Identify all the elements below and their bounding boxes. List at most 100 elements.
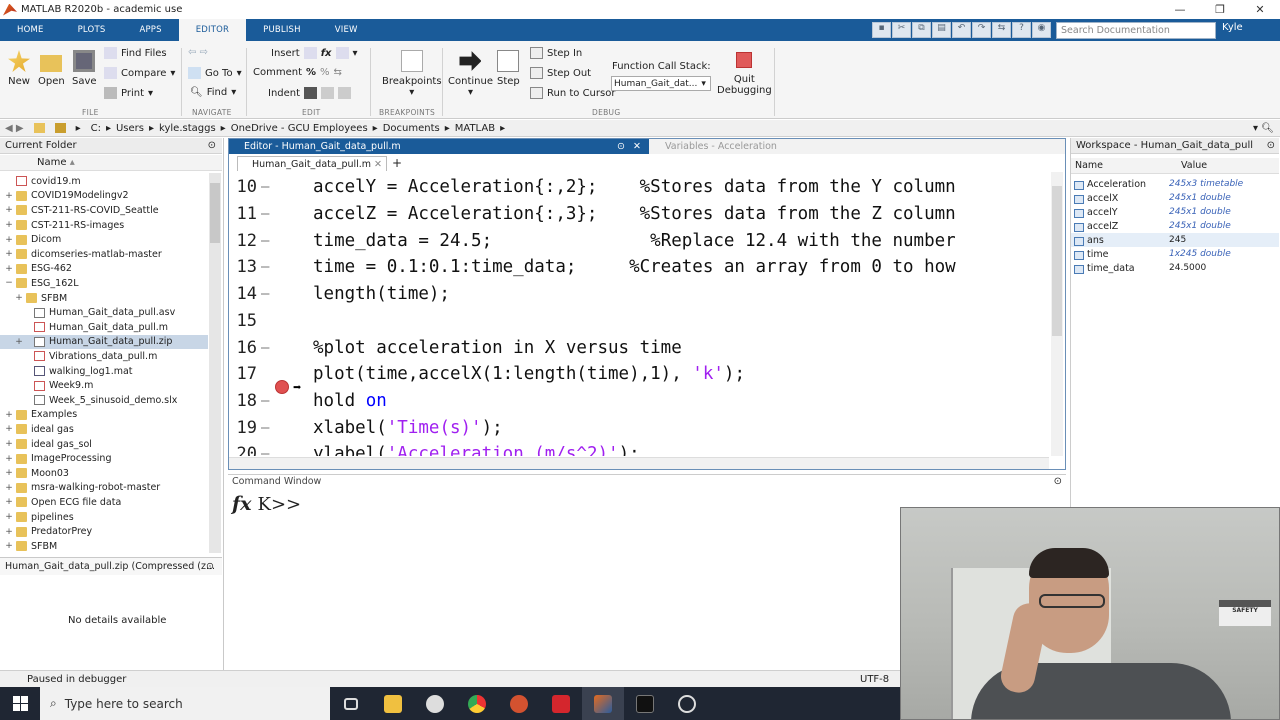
folder-list-item[interactable]: + Moon03 (0, 466, 208, 481)
tab-publish[interactable]: PUBLISH (246, 19, 318, 41)
editor-vertical-scrollbar[interactable] (1051, 172, 1063, 456)
folder-list-item[interactable]: + Open ECG file data (0, 495, 208, 510)
code-line[interactable]: 18— hold on (229, 388, 387, 415)
chrome-icon[interactable] (456, 687, 498, 720)
step-button[interactable]: Step (497, 50, 520, 87)
folder-list-item[interactable]: Human_Gait_data_pull.m (0, 320, 208, 335)
tab-editor[interactable]: EDITOR (178, 19, 247, 41)
expand-icon[interactable]: + (14, 337, 24, 347)
folder-up-icon[interactable] (33, 123, 45, 133)
folder-list-item[interactable]: Week9.m (0, 378, 208, 393)
expand-icon[interactable]: + (4, 541, 14, 551)
expand-icon[interactable]: + (4, 527, 14, 537)
new-tab-icon[interactable]: + (392, 156, 402, 170)
expand-icon[interactable]: + (4, 483, 14, 493)
tab-home[interactable]: HOME (0, 19, 61, 41)
redo-icon[interactable]: ↷ (972, 22, 991, 38)
expand-icon[interactable]: + (4, 424, 14, 434)
breakpoint-dash[interactable]: — (261, 446, 271, 456)
scrollbar-thumb[interactable] (210, 183, 220, 243)
workspace-variable-row[interactable]: time_data 24.5000 (1071, 261, 1279, 275)
indent-button[interactable]: Indent (268, 87, 352, 99)
save-button[interactable]: Save (72, 50, 97, 87)
switch-windows-icon[interactable]: ⇆ (992, 22, 1011, 38)
workspace-variable-row[interactable]: accelY 245x1 double (1071, 205, 1279, 219)
folder-list-item[interactable]: − ESG_162L (0, 276, 208, 291)
open-button[interactable]: Open (38, 50, 65, 87)
path-segment[interactable]: Users (116, 123, 144, 134)
address-bar[interactable]: ◀ ▶ ▸ C: ▸ Users ▸ kyle.staggs ▸ OneDrive -… (0, 120, 1280, 137)
start-button[interactable] (0, 696, 40, 711)
obs-icon[interactable] (414, 687, 456, 720)
save-icon[interactable]: ▪ (872, 22, 891, 38)
folder-list-item[interactable]: + dicomseries-matlab-master (0, 247, 208, 262)
address-dropdown-icon[interactable]: ▾ (1253, 123, 1258, 134)
back-forward-buttons[interactable]: ⇦ ⇨ (188, 47, 208, 58)
workspace-variable-row[interactable]: time 1x245 double (1071, 247, 1279, 261)
folder-list-item[interactable]: + pipelines (0, 510, 208, 525)
tab-apps[interactable]: APPS (122, 19, 178, 41)
workspace-variable-row[interactable]: Acceleration 245x3 timetable (1071, 177, 1279, 191)
file-tab[interactable]: Human_Gait_data_pull.m ✕ (237, 156, 387, 171)
folder-list-item[interactable]: + ideal gas_sol (0, 437, 208, 452)
expand-icon[interactable]: + (4, 512, 14, 522)
back-icon[interactable]: ◀ ▶ (5, 123, 24, 134)
cut-icon[interactable]: ✂ (892, 22, 911, 38)
path-segment[interactable]: Documents (383, 123, 440, 134)
step-out-button[interactable]: Step Out (530, 67, 591, 79)
code-line[interactable]: 11— accelZ = Acceleration{:,3}; %Stores d… (229, 201, 956, 228)
folder-list-item[interactable]: walking_log1.mat (0, 364, 208, 379)
expand-icon[interactable]: + (4, 264, 14, 274)
folder-list-item[interactable]: + Dicom (0, 232, 208, 247)
expand-icon[interactable]: + (4, 439, 14, 449)
tab-view[interactable]: VIEW (318, 19, 375, 41)
breakpoint-dash[interactable]: — (261, 233, 271, 249)
workspace-variable-row[interactable]: accelX 245x1 double (1071, 191, 1279, 205)
code-line[interactable]: 20 — ylabel('Acceleration (m/s^2)'); (229, 441, 640, 456)
editor-horizontal-scrollbar[interactable] (229, 457, 1049, 469)
folder-list-item[interactable]: Vibrations_data_pull.m (0, 349, 208, 364)
expand-icon[interactable]: + (4, 249, 14, 259)
path-segment[interactable]: MATLAB (455, 123, 495, 134)
breakpoint-dash[interactable] (261, 313, 271, 329)
code-line[interactable]: 16— %plot acceleration in X versus time (229, 334, 682, 361)
close-editor-icon[interactable]: ✕ (633, 141, 641, 152)
step-in-button[interactable]: Step In (530, 47, 582, 59)
expand-icon[interactable]: + (4, 205, 14, 215)
breakpoints-button[interactable]: Breakpoints ▾ (382, 50, 442, 98)
copy-icon[interactable]: ⧉ (912, 22, 931, 38)
scrollbar-thumb[interactable] (1052, 186, 1062, 336)
matlab-taskbar-icon[interactable] (582, 687, 624, 720)
folder-list-item[interactable]: + ESG-462 (0, 262, 208, 277)
task-view-icon[interactable] (330, 687, 372, 720)
insert-button[interactable]: Insert fx ▾ (271, 47, 358, 59)
compare-button[interactable]: Compare ▾ (104, 67, 175, 79)
folder-list-item[interactable]: + SFBM (0, 539, 208, 554)
folder-scrollbar[interactable] (209, 173, 221, 553)
browse-folder-icon[interactable] (54, 123, 66, 133)
folder-list-item[interactable]: + CST-211-RS-COVID_Seattle (0, 203, 208, 218)
fx-icon[interactable]: fx (232, 493, 252, 515)
folder-list-item[interactable]: + Human_Gait_data_pull.zip (0, 334, 208, 350)
comment-button[interactable]: Comment%% ⇆ (253, 67, 342, 78)
undo-icon[interactable]: ↶ (952, 22, 971, 38)
breakpoint-dash[interactable]: — (261, 179, 271, 195)
find-button[interactable]: 🔍︎ Find ▾ (190, 87, 236, 98)
details-chevron-icon[interactable]: ⊙ (206, 561, 214, 572)
tab-plots[interactable]: PLOTS (61, 19, 123, 41)
folder-list-item[interactable]: covid19.m (0, 174, 208, 189)
command-prompt[interactable]: fx K>> (232, 493, 301, 515)
call-stack-dropdown[interactable]: Human_Gait_dat... ▾ (611, 76, 711, 91)
folder-list-item[interactable]: Human_Gait_data_pull.asv (0, 305, 208, 320)
folder-list-item[interactable]: + ImageProcessing (0, 451, 208, 466)
code-line[interactable]: 19— xlabel('Time(s)'); (229, 414, 503, 441)
folder-list-item[interactable]: + CST-211-RS-images (0, 218, 208, 233)
paste-icon[interactable]: ▤ (932, 22, 951, 38)
expand-icon[interactable]: + (4, 468, 14, 478)
expand-icon[interactable]: − (4, 278, 14, 288)
breakpoint-dash[interactable]: — (261, 340, 271, 356)
app-icon[interactable] (666, 687, 708, 720)
folder-list-item[interactable]: + PredatorPrey (0, 524, 208, 539)
close-icon[interactable]: ✕ (1240, 0, 1280, 19)
file-explorer-icon[interactable] (372, 687, 414, 720)
